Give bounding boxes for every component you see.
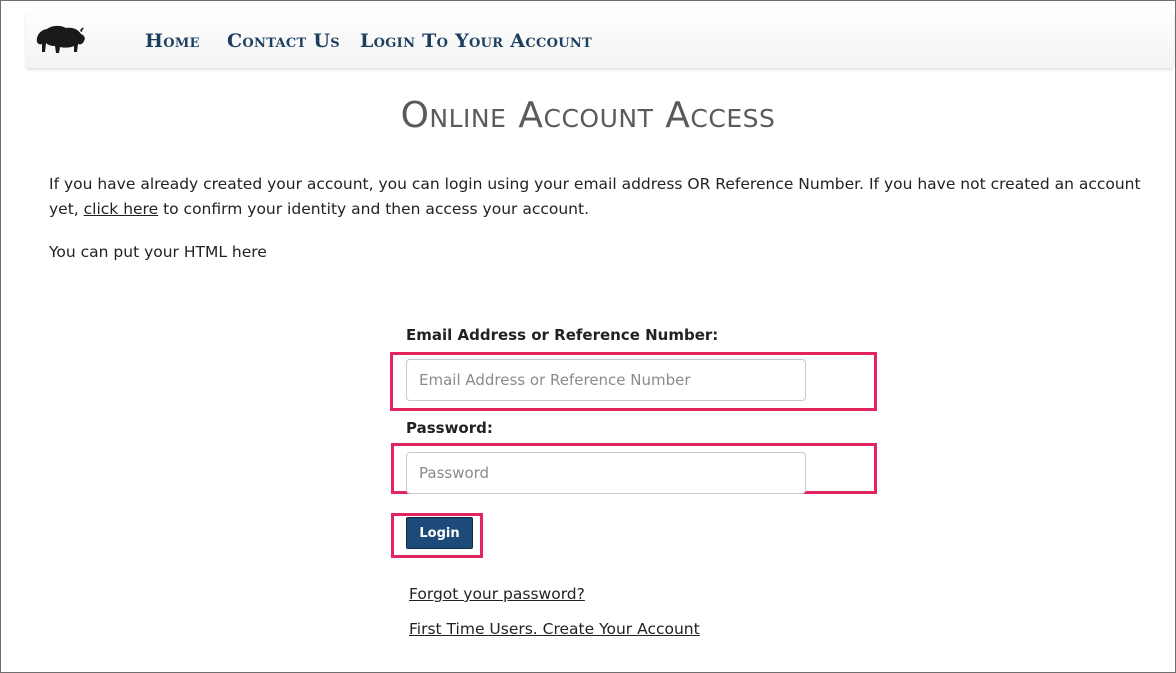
password-label: Password: <box>406 419 493 437</box>
forgot-password-link[interactable]: Forgot your password? <box>409 585 585 603</box>
intro-text-end: to confirm your identity and then access… <box>158 200 590 218</box>
email-input[interactable] <box>406 359 806 401</box>
top-navigation: Home Contact Us Login To Your Account <box>26 10 1174 68</box>
intro-paragraph: If you have already created your account… <box>49 172 1149 222</box>
email-label: Email Address or Reference Number: <box>406 326 719 344</box>
login-button[interactable]: Login <box>406 517 473 549</box>
click-here-link[interactable]: click here <box>84 200 159 218</box>
nav-home-link[interactable]: Home <box>145 30 200 52</box>
nav-login-link[interactable]: Login To Your Account <box>360 30 592 52</box>
password-input[interactable] <box>406 452 806 494</box>
nav-contact-us-link[interactable]: Contact Us <box>227 30 340 52</box>
html-placeholder-text: You can put your HTML here <box>49 243 267 261</box>
bison-icon[interactable] <box>34 22 86 58</box>
create-account-link[interactable]: First Time Users. Create Your Account <box>409 620 700 638</box>
page-title: Online Account Access <box>400 95 776 136</box>
